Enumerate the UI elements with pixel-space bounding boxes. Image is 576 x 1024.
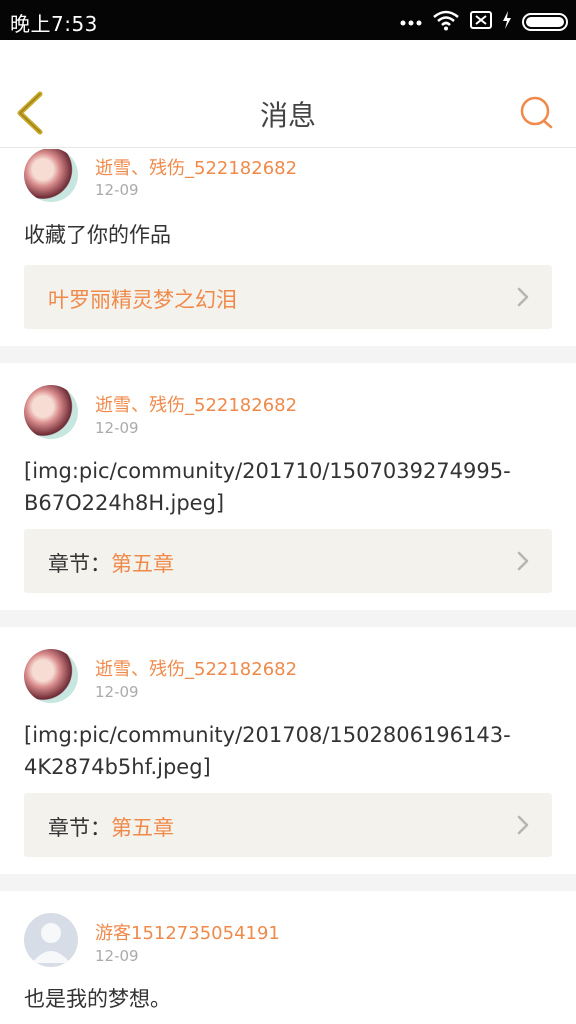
username[interactable]: 逝雪、残伤_522182682 <box>95 154 297 180</box>
page-title: 消息 <box>259 99 316 132</box>
wifi-icon <box>432 9 460 35</box>
no-sim-icon <box>470 11 492 33</box>
status-time: 晚上7:53 <box>10 12 98 36</box>
message-list[interactable]: 逝雪、残伤_522182682 12-09 收藏了你的作品 叶罗丽精灵梦之幻泪 … <box>0 149 576 1024</box>
avatar[interactable] <box>24 385 78 439</box>
message-date: 12-09 <box>95 181 139 199</box>
message-text: [img:pic/community/201708/1502806196143-… <box>24 723 511 779</box>
chapter-name: 第五章 <box>111 816 174 840</box>
work-reference[interactable]: 叶罗丽精灵梦之幻泪 <box>24 265 552 329</box>
avatar[interactable] <box>24 649 78 703</box>
message-date: 12-09 <box>95 683 139 701</box>
message-text: 收藏了你的作品 <box>24 223 171 247</box>
chapter-label: 章节： <box>48 552 111 576</box>
chapter-reference-text: 章节：第五章 <box>48 548 174 578</box>
header: 消息 <box>0 40 576 148</box>
chapter-name: 第五章 <box>111 552 174 576</box>
chapter-reference-text: 章节：第五章 <box>48 812 174 842</box>
chapter-reference[interactable]: 章节：第五章 <box>24 529 552 593</box>
status-bar: 晚上7:53 <box>0 0 576 40</box>
battery-icon <box>522 13 568 31</box>
search-button[interactable] <box>518 94 556 132</box>
signal-dots-icon <box>400 13 422 32</box>
divider <box>0 610 576 627</box>
avatar[interactable] <box>24 149 78 202</box>
message-date: 12-09 <box>95 419 139 437</box>
default-user-icon <box>32 923 70 963</box>
username[interactable]: 逝雪、残伤_522182682 <box>95 655 297 681</box>
chapter-label: 章节： <box>48 816 111 840</box>
divider <box>0 874 576 891</box>
chevron-right-icon <box>517 287 529 307</box>
message-text: [img:pic/community/201710/1507039274995-… <box>24 459 511 515</box>
avatar[interactable] <box>24 913 78 967</box>
list-item: 逝雪、残伤_522182682 12-09 收藏了你的作品 叶罗丽精灵梦之幻泪 <box>0 149 576 346</box>
list-item: 逝雪、残伤_522182682 12-09 [img:pic/community… <box>0 363 576 610</box>
username[interactable]: 游客1512735054191 <box>95 919 280 945</box>
username[interactable]: 逝雪、残伤_522182682 <box>95 391 297 417</box>
status-icons <box>400 9 568 35</box>
list-item: 游客1512735054191 12-09 也是我的梦想。 <box>0 891 576 1024</box>
message-text: 也是我的梦想。 <box>24 987 171 1011</box>
search-icon <box>520 96 553 129</box>
list-item: 逝雪、残伤_522182682 12-09 [img:pic/community… <box>0 627 576 874</box>
chevron-right-icon <box>517 815 529 835</box>
work-title: 叶罗丽精灵梦之幻泪 <box>48 288 237 312</box>
charging-icon <box>502 11 512 33</box>
divider <box>0 346 576 363</box>
message-date: 12-09 <box>95 947 139 965</box>
chapter-reference[interactable]: 章节：第五章 <box>24 793 552 857</box>
chevron-right-icon <box>517 551 529 571</box>
